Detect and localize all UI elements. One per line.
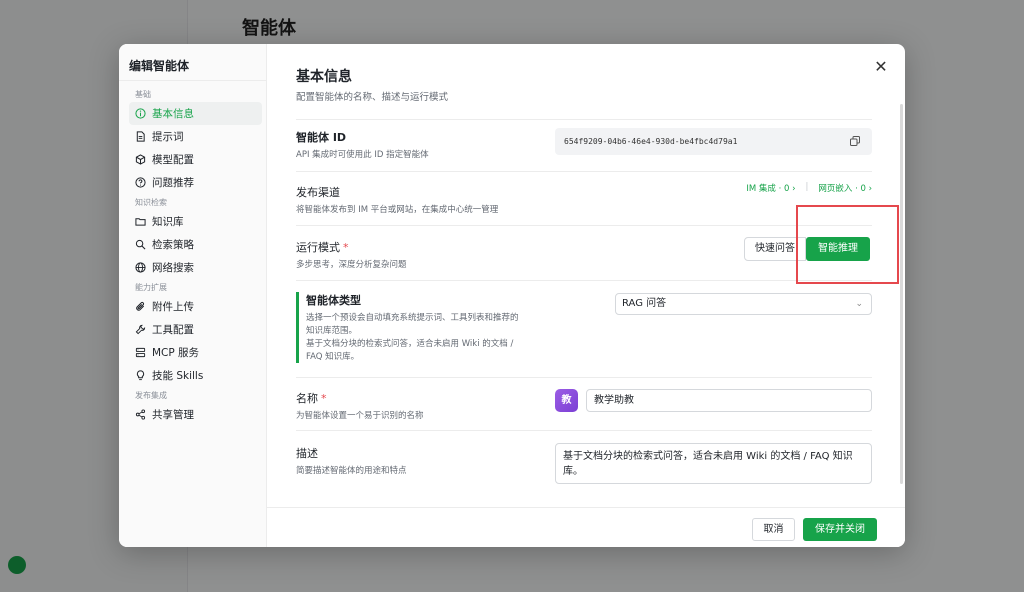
sidebar-item-cube[interactable]: 模型配置 bbox=[129, 148, 262, 171]
agent-type-desc-line: 基于文档分块的检索式问答，适合未启用 Wiki 的文档 / bbox=[306, 339, 514, 349]
scrollbar[interactable] bbox=[900, 104, 903, 484]
sidebar-item-label: 基本信息 bbox=[152, 108, 194, 120]
sidebar-section-title: 基础 bbox=[135, 90, 151, 99]
highlight-annotation bbox=[796, 205, 899, 284]
cancel-button[interactable]: 取消 bbox=[752, 518, 795, 541]
folder-icon bbox=[135, 216, 146, 227]
close-icon[interactable]: ✕ bbox=[873, 59, 889, 75]
agent-type-label: 智能体类型 bbox=[306, 294, 361, 307]
document-icon bbox=[135, 131, 146, 142]
agent-id-value: 654f9209-04b6-46e4-930d-be4fbc4d79a1 bbox=[555, 128, 872, 155]
divider bbox=[296, 171, 872, 172]
server-icon bbox=[135, 347, 146, 358]
agent-id-text: 654f9209-04b6-46e4-930d-be4fbc4d79a1 bbox=[564, 137, 738, 146]
agent-type-desc-line: 选择一个预设会自动填充系统提示词、工具列表和推荐的 bbox=[306, 313, 519, 323]
divider bbox=[119, 80, 267, 81]
sidebar-item-label: MCP 服务 bbox=[152, 347, 200, 359]
agent-type-text: 智能体类型 选择一个预设会自动填充系统提示词、工具列表和推荐的 知识库范围。 基… bbox=[306, 292, 546, 364]
divider bbox=[296, 430, 872, 431]
channel-links: IM 集成 · 0 › | 网页嵌入 · 0 › bbox=[746, 182, 872, 194]
sidebar-item-question[interactable]: 问题推荐 bbox=[129, 171, 262, 194]
edit-agent-dialog: 编辑智能体 基础 基本信息 提示词 模型配置 问题推荐 知识检索 知识库 检索策略 网络搜索 能力… bbox=[119, 44, 905, 547]
sidebar-item-document[interactable]: 提示词 bbox=[129, 125, 262, 148]
sidebar-item-share[interactable]: 共享管理 bbox=[129, 403, 262, 426]
cube-icon bbox=[135, 154, 146, 165]
sidebar-item-label: 技能 Skills bbox=[152, 370, 204, 382]
sidebar-item-search[interactable]: 检索策略 bbox=[129, 233, 262, 256]
sidebar-item-folder[interactable]: 知识库 bbox=[129, 210, 262, 233]
chevron-down-icon: ⌄ bbox=[855, 299, 863, 309]
sidebar-item-label: 提示词 bbox=[152, 131, 184, 143]
agent-type-desc-line: FAQ 知识库。 bbox=[306, 352, 360, 362]
channels-desc: 将智能体发布到 IM 平台或网站，在集成中心统一管理 bbox=[296, 205, 499, 215]
accent-bar bbox=[296, 292, 299, 363]
dialog-nav: 基础 基本信息提示词模型配置问题推荐知识检索知识库检索策略网络搜索能力扩展附件上传… bbox=[129, 86, 262, 426]
sidebar-item-server[interactable]: MCP 服务 bbox=[129, 341, 262, 364]
share-icon bbox=[135, 409, 146, 420]
globe-icon bbox=[135, 262, 146, 273]
section-title: 基本信息 bbox=[296, 69, 352, 85]
sidebar-item-label: 共享管理 bbox=[152, 409, 194, 421]
sidebar-item-label: 模型配置 bbox=[152, 154, 194, 166]
run-mode-label-text: 运行模式 bbox=[296, 241, 340, 254]
sidebar-item-paperclip[interactable]: 附件上传 bbox=[129, 295, 262, 318]
agent-type-desc-line: 知识库范围。 bbox=[306, 326, 358, 336]
im-integration-link[interactable]: IM 集成 · 0 › bbox=[746, 182, 795, 194]
copy-icon[interactable] bbox=[850, 136, 860, 146]
info-icon bbox=[135, 108, 146, 119]
paperclip-icon bbox=[135, 301, 146, 312]
agent-type-selected: RAG 问答 bbox=[622, 298, 667, 309]
sidebar-item-label: 附件上传 bbox=[152, 301, 194, 313]
divider bbox=[296, 377, 872, 378]
sidebar-section-title: 知识检索 bbox=[135, 198, 167, 207]
sidebar-item-info[interactable]: 基本信息 bbox=[129, 102, 262, 125]
sidebar-item-label: 网络搜索 bbox=[152, 262, 194, 274]
sidebar-section-title: 能力扩展 bbox=[135, 283, 167, 292]
required-mark: * bbox=[321, 392, 327, 405]
sidebar-section-title: 发布集成 bbox=[135, 391, 167, 400]
sidebar-item-tool[interactable]: 工具配置 bbox=[129, 318, 262, 341]
dialog-sidebar: 编辑智能体 基础 基本信息提示词模型配置问题推荐知识检索知识库检索策略网络搜索能力… bbox=[119, 44, 267, 547]
tool-icon bbox=[135, 324, 146, 335]
agent-avatar[interactable]: 教 bbox=[555, 389, 578, 412]
agent-type-select[interactable]: RAG 问答 ⌄ bbox=[615, 293, 872, 315]
lightbulb-icon bbox=[135, 370, 146, 381]
required-mark: * bbox=[343, 241, 349, 254]
dialog-main: ✕ 基本信息 配置智能体的名称、描述与运行模式 智能体 ID API 集成时可使… bbox=[267, 44, 905, 547]
divider bbox=[296, 280, 872, 281]
sidebar-item-globe[interactable]: 网络搜索 bbox=[129, 256, 262, 279]
agent-type-desc: 选择一个预设会自动填充系统提示词、工具列表和推荐的 知识库范围。 基于文档分块的… bbox=[306, 312, 546, 364]
divider: | bbox=[805, 182, 809, 192]
name-input[interactable]: 教学助教 bbox=[586, 389, 872, 412]
sidebar-item-label: 问题推荐 bbox=[152, 177, 194, 189]
sidebar-item-label: 知识库 bbox=[152, 216, 184, 228]
search-icon bbox=[135, 239, 146, 250]
section-subtitle: 配置智能体的名称、描述与运行模式 bbox=[296, 92, 449, 103]
dialog-footer: 取消 保存并关闭 bbox=[267, 507, 905, 547]
description-textarea[interactable]: 基于文档分块的检索式问答，适合未启用 Wiki 的文档 / FAQ 知识库。 bbox=[555, 443, 872, 484]
divider bbox=[296, 119, 872, 120]
web-embed-link[interactable]: 网页嵌入 · 0 › bbox=[818, 182, 872, 194]
divider bbox=[296, 225, 872, 226]
dialog-title: 编辑智能体 bbox=[129, 59, 190, 73]
sidebar-item-label: 检索策略 bbox=[152, 239, 194, 251]
question-icon bbox=[135, 177, 146, 188]
name-label-text: 名称 bbox=[296, 392, 318, 405]
save-and-close-button[interactable]: 保存并关闭 bbox=[803, 518, 877, 541]
sidebar-item-label: 工具配置 bbox=[152, 324, 194, 336]
sidebar-item-lightbulb[interactable]: 技能 Skills bbox=[129, 364, 262, 387]
